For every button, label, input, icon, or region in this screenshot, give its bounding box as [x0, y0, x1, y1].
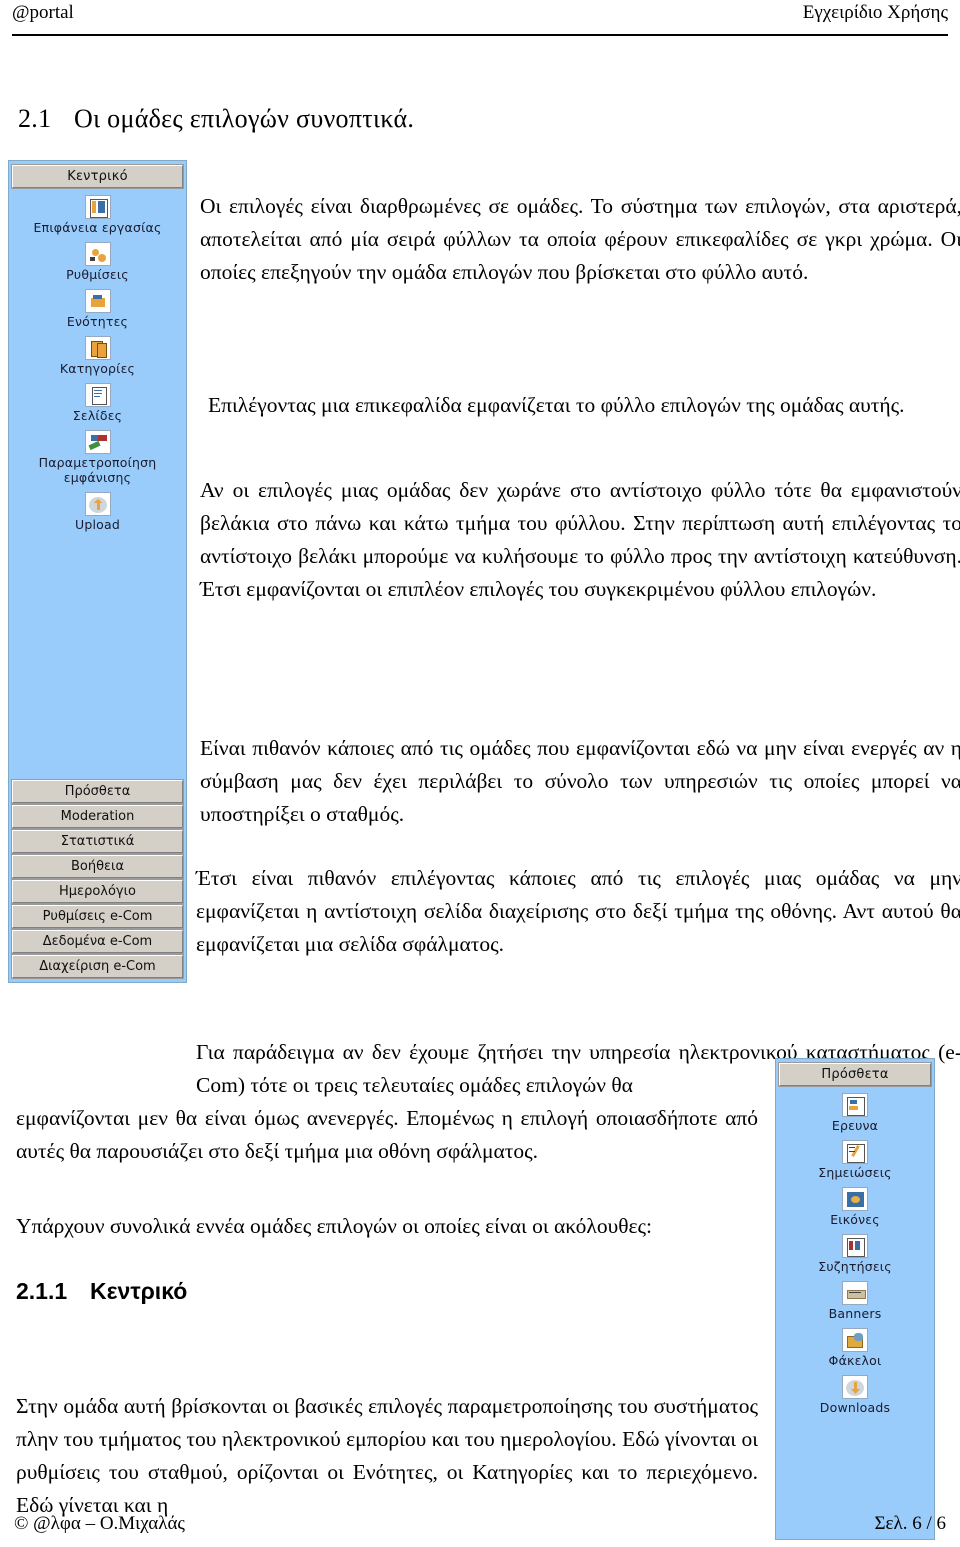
- menu-item-label: Παραμετροποίηση εμφάνισης: [38, 455, 157, 485]
- desktop-icon: [84, 195, 111, 219]
- paragraph-8: Στην ομάδα αυτή βρίσκονται οι βασικές επ…: [16, 1393, 758, 1517]
- paragraph-2: Επιλέγοντας μια επικεφαλίδα εμφανίζεται …: [208, 392, 905, 417]
- sections-icon: [84, 289, 111, 313]
- menu-item-label: Σελίδες: [72, 408, 123, 423]
- banner-icon: [842, 1281, 868, 1305]
- subsection-number: 2.1.1: [16, 1278, 68, 1304]
- addon-item-notes[interactable]: Σημειώσεις: [776, 1140, 934, 1180]
- menu-button-voitheia[interactable]: Βοήθεια: [11, 854, 184, 879]
- addon-item-images[interactable]: Εικόνες: [776, 1187, 934, 1227]
- menu-item-label: Κατηγορίες: [59, 361, 136, 376]
- menu-button-statistika[interactable]: Στατιστικά: [11, 829, 184, 854]
- menu-item-label: Ενότητες: [66, 314, 129, 329]
- header-right-text: Εγχειρίδιο Χρήσης: [802, 2, 948, 23]
- menu-item-appearance[interactable]: Παραμετροποίηση εμφάνισης: [9, 430, 186, 485]
- categories-icon: [84, 336, 111, 360]
- addon-item-label: Ερευνα: [831, 1118, 879, 1133]
- upload-arrow-icon: [84, 492, 111, 516]
- images-icon: [842, 1187, 868, 1211]
- section-title: Οι ομάδες επιλογών συνοπτικά.: [74, 104, 415, 133]
- footer-page-number: Σελ. 6 / 6: [874, 1513, 946, 1534]
- appearance-paint-icon: [84, 430, 111, 454]
- subsection-title: Κεντρικό: [90, 1278, 188, 1304]
- paragraph-3: Αν οι επιλογές μιας ομάδας δεν χωράνε στ…: [200, 477, 960, 601]
- pages-icon: [84, 383, 111, 407]
- section-heading-2-1-1: 2.1.1 Κεντρικό: [16, 1278, 187, 1305]
- paragraph-6-continued: εμφανίζονται μεν θα είναι όμως ανενεργές…: [16, 1105, 758, 1163]
- page-header: @portal Εγχειρίδιο Χρήσης: [12, 0, 948, 36]
- addon-item-survey[interactable]: Ερευνα: [776, 1093, 934, 1133]
- right-menu-panel[interactable]: Πρόσθετα Ερευνα Σημειώσεις Εικόνες Συζητ…: [775, 1058, 935, 1540]
- menu-button-diaxeirisi-ecom[interactable]: Διαχείριση e-Com: [11, 954, 184, 979]
- settings-gears-icon: [84, 242, 111, 266]
- menu-button-imerologio[interactable]: Ημερολόγιο: [11, 879, 184, 904]
- menu-item-settings[interactable]: Ρυθμίσεις: [9, 242, 186, 282]
- addon-item-label: Φάκελοι: [828, 1353, 882, 1368]
- addon-item-folders[interactable]: Φάκελοι: [776, 1328, 934, 1368]
- section-heading-2-1: 2.1 Οι ομάδες επιλογών συνοπτικά.: [18, 104, 414, 134]
- left-menu-button-stack[interactable]: Πρόσθετα Moderation Στατιστικά Βοήθεια Η…: [8, 778, 187, 983]
- addon-item-label: Εικόνες: [830, 1212, 880, 1227]
- download-arrow-icon: [842, 1375, 868, 1399]
- right-panel-header[interactable]: Πρόσθετα: [778, 1062, 932, 1087]
- menu-item-pages[interactable]: Σελίδες: [9, 383, 186, 423]
- paragraph-5: Έτσι είναι πιθανόν επιλέγοντας κάποιες α…: [196, 865, 960, 956]
- menu-button-rythmiseis-ecom[interactable]: Ρυθμίσεις e-Com: [11, 904, 184, 929]
- notes-pencil-icon: [842, 1140, 868, 1164]
- addon-item-label: Σημειώσεις: [818, 1165, 892, 1180]
- footer-copyright: © @λφα – Ο.Μιχαλάς: [14, 1513, 185, 1534]
- header-left-text: @portal: [12, 2, 74, 23]
- folders-icon: [842, 1328, 868, 1352]
- menu-item-label: Επιφάνεια εργασίας: [33, 220, 162, 235]
- paragraph-1: Οι επιλογές είναι διαρθρωμένες σε ομάδες…: [200, 193, 960, 284]
- menu-item-desktop[interactable]: Επιφάνεια εργασίας: [9, 195, 186, 235]
- section-number: 2.1: [18, 104, 52, 133]
- left-menu-panel[interactable]: Κεντρικό Επιφάνεια εργασίας Ρυθμίσεις Εν…: [8, 160, 187, 860]
- page-footer: © @λφα – Ο.Μιχαλάς Σελ. 6 / 6: [14, 1509, 946, 1539]
- menu-button-moderation[interactable]: Moderation: [11, 804, 184, 829]
- addon-item-banners[interactable]: Banners: [776, 1281, 934, 1321]
- discussions-icon: [842, 1234, 868, 1258]
- addon-item-label: Banners: [828, 1306, 882, 1321]
- addon-item-discussions[interactable]: Συζητήσεις: [776, 1234, 934, 1274]
- survey-icon: [842, 1093, 868, 1117]
- menu-button-prostheta[interactable]: Πρόσθετα: [11, 779, 184, 804]
- paragraph-4: Είναι πιθανόν κάποιες από τις ομάδες που…: [200, 735, 960, 826]
- addon-item-downloads[interactable]: Downloads: [776, 1375, 934, 1415]
- menu-item-upload[interactable]: Upload: [9, 492, 186, 532]
- addon-item-label: Downloads: [819, 1400, 891, 1415]
- menu-button-dedomena-ecom[interactable]: Δεδομένα e-Com: [11, 929, 184, 954]
- menu-item-categories[interactable]: Κατηγορίες: [9, 336, 186, 376]
- menu-item-sections[interactable]: Ενότητες: [9, 289, 186, 329]
- left-panel-header[interactable]: Κεντρικό: [11, 164, 184, 189]
- menu-item-label: Ρυθμίσεις: [66, 267, 129, 282]
- addon-item-label: Συζητήσεις: [818, 1259, 892, 1274]
- menu-item-label: Upload: [75, 517, 120, 532]
